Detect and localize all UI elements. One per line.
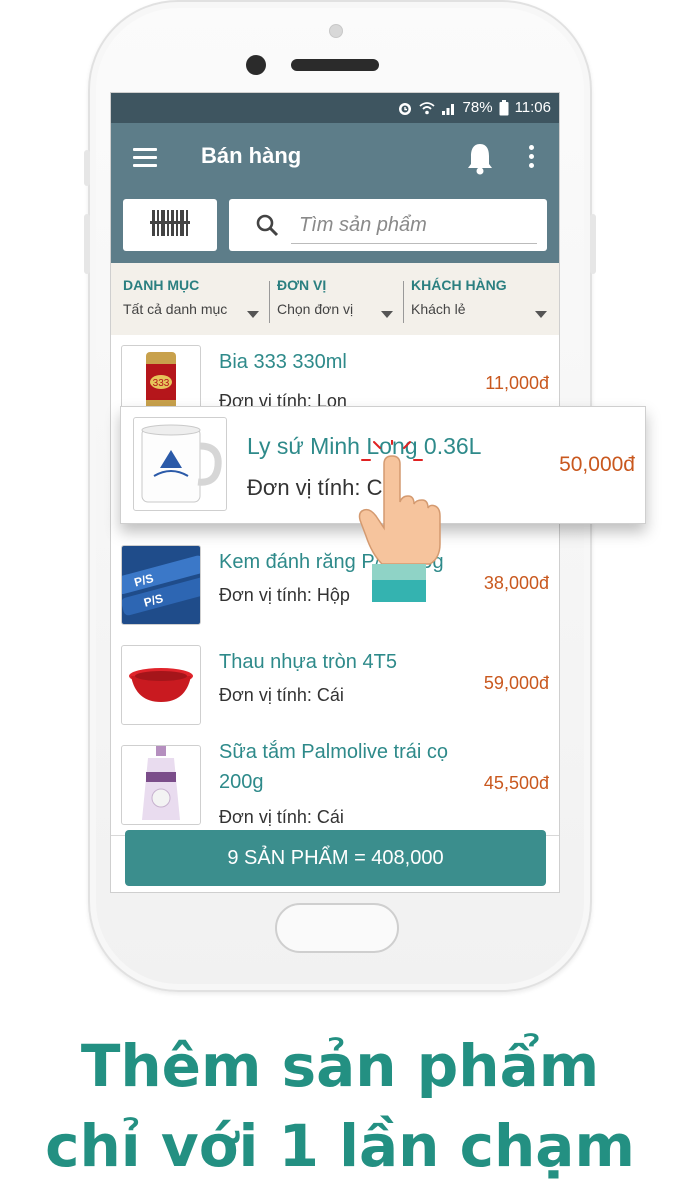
body-wash-image	[142, 746, 180, 820]
product-unit: Đơn vị tính: Cái	[219, 685, 344, 705]
proximity-sensor	[329, 24, 343, 38]
toothpaste-image: P/S P/S	[122, 546, 200, 624]
search-input[interactable]	[297, 210, 541, 240]
filter-category[interactable]: DANH MỤC Tất cả danh mục	[123, 273, 263, 325]
list-item[interactable]: P/S P/S Kem đánh răng P/S 230g Đơn vị tí…	[111, 535, 559, 636]
porcelain-mug-image	[141, 424, 222, 503]
filter-bar: DANH MỤC Tất cả danh mục ĐƠN VỊ Chọn đơn…	[111, 263, 559, 336]
filter-unit[interactable]: ĐƠN VỊ Chọn đơn vị	[277, 273, 401, 325]
wifi-icon	[418, 101, 435, 114]
product-price: 11,000đ	[485, 373, 549, 393]
phone-volume-button	[84, 214, 90, 274]
cart-total-button[interactable]: 9 SẢN PHẨM = 408,000	[125, 830, 546, 886]
filter-unit-label: ĐƠN VỊ	[277, 277, 327, 293]
status-bar: 78% 11:06	[111, 93, 559, 123]
caption-line-1: Thêm sản phẩm	[80, 1032, 600, 1100]
pointing-hand-icon	[358, 440, 441, 602]
barcode-scan-button[interactable]	[123, 199, 217, 251]
product-thumbnail: P/S P/S	[121, 545, 201, 625]
svg-text:333: 333	[153, 378, 170, 389]
product-thumbnail	[121, 745, 201, 825]
product-price: 50,000đ	[559, 453, 635, 476]
filter-category-label: DANH MỤC	[123, 277, 200, 293]
barcode-scan-icon	[150, 210, 190, 236]
bell-icon[interactable]	[465, 141, 495, 175]
menu-icon[interactable]	[133, 148, 157, 168]
app-bar: Bán hàng	[111, 123, 559, 195]
product-unit: Đơn vị tính: Cái	[219, 807, 344, 827]
search-box	[229, 199, 547, 251]
product-price: 45,500đ	[483, 773, 549, 793]
product-thumbnail	[133, 417, 227, 511]
filter-category-value: Tất cả danh mục	[123, 301, 228, 317]
filter-customer-label: KHÁCH HÀNG	[411, 277, 507, 293]
page-title: Bán hàng	[201, 143, 302, 168]
battery-icon	[499, 99, 509, 115]
more-vert-icon[interactable]	[529, 145, 535, 171]
product-unit: Đơn vị tính: Hộp	[219, 585, 350, 605]
chevron-down-icon	[535, 311, 547, 318]
list-item[interactable]: Sữa tắm Palmolive trái cọ 200g Đơn vị tí…	[111, 735, 559, 836]
chevron-down-icon	[247, 311, 259, 318]
red-basin-image	[129, 668, 193, 702]
product-thumbnail	[121, 645, 201, 725]
product-price: 38,000đ	[483, 573, 549, 593]
phone-side-button	[84, 150, 90, 186]
alarm-icon	[398, 102, 411, 115]
product-name: Sữa tắm Palmolive trái cọ 200g	[219, 741, 449, 793]
list-item[interactable]: Thau nhựa tròn 4T5 Đơn vị tính: Cái 59,0…	[111, 635, 559, 736]
product-name: Thau nhựa tròn 4T5	[219, 651, 397, 673]
signal-icon	[441, 103, 454, 115]
product-name: Bia 333 330ml	[219, 351, 347, 373]
search-icon[interactable]	[255, 213, 279, 237]
divider	[403, 281, 404, 323]
filter-customer[interactable]: KHÁCH HÀNG Khách lẻ	[411, 273, 551, 325]
search-row	[111, 195, 559, 263]
caption-line-2: chỉ với 1 lần chạm	[45, 1112, 635, 1180]
chevron-down-icon	[381, 311, 393, 318]
battery-percent: 78%	[462, 99, 493, 116]
search-underline	[291, 243, 537, 244]
product-price: 59,000đ	[483, 673, 549, 693]
front-camera	[246, 55, 266, 75]
clock: 11:06	[514, 99, 551, 116]
home-button[interactable]	[275, 903, 399, 953]
phone-power-button	[590, 214, 596, 274]
earpiece-speaker	[291, 59, 379, 71]
filter-customer-value: Khách lẻ	[411, 301, 466, 317]
divider	[269, 281, 270, 323]
